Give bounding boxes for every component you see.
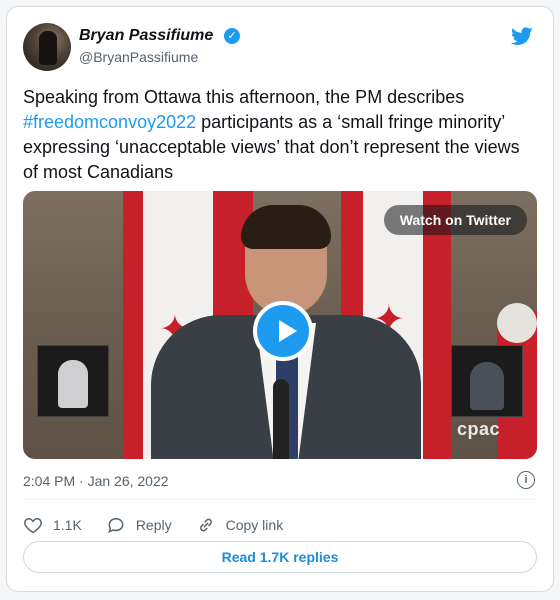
action-bar: 1.1K Reply Copy link (23, 513, 307, 537)
play-icon[interactable] (253, 301, 313, 361)
link-icon (199, 518, 212, 532)
author-name[interactable]: Bryan Passifiume (79, 27, 213, 45)
tweet-text-before: Speaking from Ottawa this afternoon, the… (23, 87, 465, 107)
reply-bubble-icon (107, 517, 124, 533)
watch-on-twitter-button[interactable]: Watch on Twitter (383, 205, 527, 235)
hashtag-link[interactable]: #freedomconvoy2022 (23, 112, 196, 132)
heart-icon (24, 517, 42, 534)
speaker-hair (241, 205, 331, 249)
divider (23, 499, 537, 500)
tweet-text: Speaking from Ottawa this afternoon, the… (23, 85, 533, 185)
video-player[interactable]: ✦ ✦ cpac Watch on Twitter (23, 191, 537, 459)
like-button[interactable]: 1.1K (23, 515, 82, 535)
author-handle[interactable]: @BryanPassifiume (79, 49, 198, 65)
tweet-card: Bryan Passifiume ✓ @BryanPassifiume Spea… (6, 6, 554, 592)
info-icon[interactable]: i (517, 471, 535, 489)
reply-label: Reply (135, 517, 172, 533)
copy-link-label: Copy link (225, 517, 284, 533)
like-count: 1.1K (53, 517, 82, 533)
reply-button[interactable]: Reply (106, 515, 172, 535)
read-replies-button[interactable]: Read 1.7K replies (23, 541, 537, 573)
cpac-watermark: cpac (457, 419, 501, 439)
sign-language-inset-left (37, 345, 109, 417)
bystander-head (497, 303, 537, 343)
tweet-timestamp[interactable]: 2:04 PM · Jan 26, 2022 (23, 473, 169, 489)
author-avatar[interactable] (23, 23, 71, 71)
sign-language-inset-right (451, 345, 523, 417)
verified-badge-icon: ✓ (224, 28, 240, 44)
twitter-bird-icon[interactable] (509, 25, 535, 47)
microphone (273, 379, 289, 459)
copy-link-button[interactable]: Copy link (196, 515, 284, 535)
